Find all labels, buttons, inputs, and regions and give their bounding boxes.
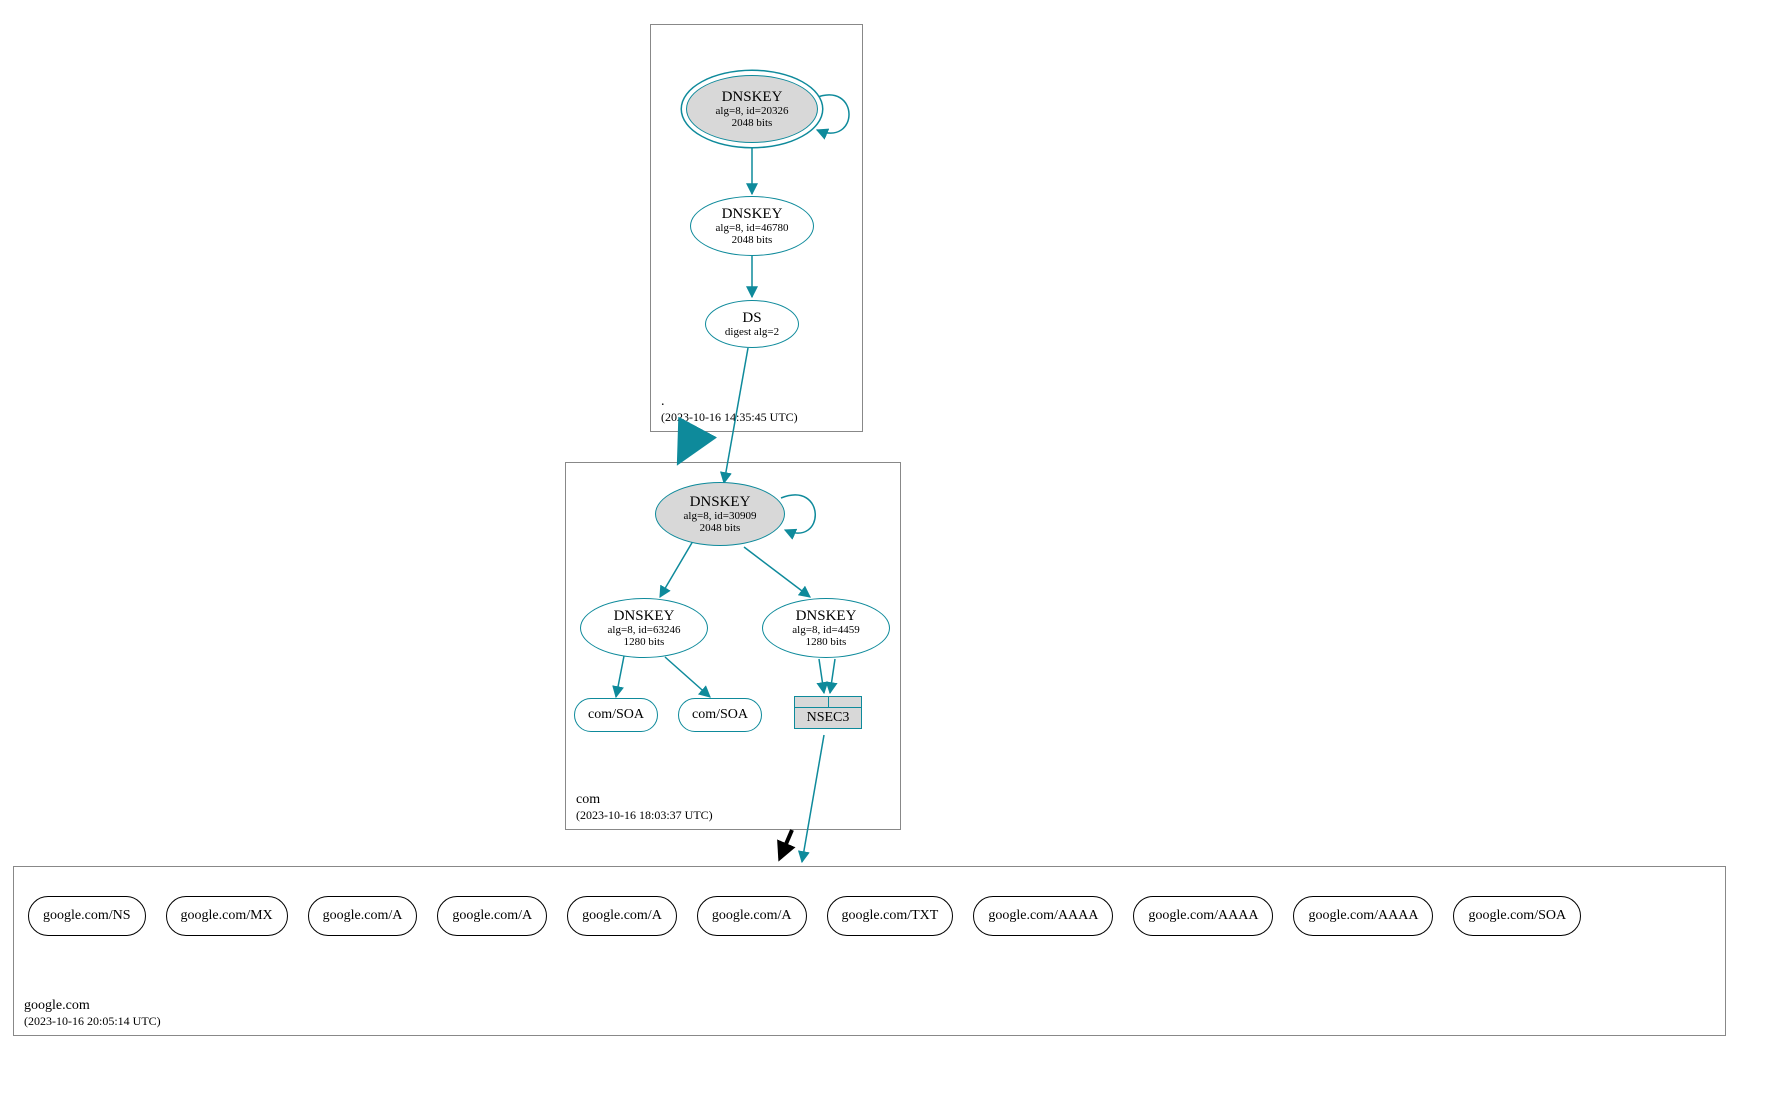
zone-google: google.com (2023-10-16 20:05:14 UTC) bbox=[13, 866, 1726, 1036]
record-pill: google.com/A bbox=[437, 896, 547, 936]
zone-com-label: com (2023-10-16 18:03:37 UTC) bbox=[576, 791, 713, 824]
record-pill: google.com/TXT bbox=[827, 896, 954, 936]
node-root-ds: DS digest alg=2 bbox=[705, 300, 799, 348]
record-label: google.com/AAAA bbox=[988, 908, 1098, 923]
record-pill: google.com/NS bbox=[28, 896, 146, 936]
node-nsec3: NSEC3 bbox=[794, 696, 862, 729]
node-root-ksk: DNSKEY alg=8, id=20326 2048 bits bbox=[686, 75, 818, 143]
node-com-soa-2: com/SOA bbox=[678, 698, 762, 732]
record-label: google.com/A bbox=[582, 908, 662, 923]
record-pill: google.com/SOA bbox=[1453, 896, 1581, 936]
node-com-ksk: DNSKEY alg=8, id=30909 2048 bits bbox=[655, 482, 785, 546]
record-pill: google.com/AAAA bbox=[1133, 896, 1273, 936]
node-com-soa-1: com/SOA bbox=[574, 698, 658, 732]
record-label: google.com/A bbox=[323, 908, 403, 923]
record-label: google.com/AAAA bbox=[1308, 908, 1418, 923]
record-pill: google.com/A bbox=[308, 896, 418, 936]
records-row: google.com/NS google.com/MX google.com/A go… bbox=[28, 896, 1738, 936]
node-com-zsk2: DNSKEY alg=8, id=4459 1280 bits bbox=[762, 598, 890, 658]
record-label: google.com/SOA bbox=[1468, 908, 1566, 923]
record-label: google.com/AAAA bbox=[1148, 908, 1258, 923]
record-label: google.com/A bbox=[712, 908, 792, 923]
record-label: google.com/TXT bbox=[842, 908, 939, 923]
record-pill: google.com/AAAA bbox=[1293, 896, 1433, 936]
record-label: google.com/MX bbox=[181, 908, 273, 923]
node-root-zsk: DNSKEY alg=8, id=46780 2048 bits bbox=[690, 196, 814, 256]
record-pill: google.com/A bbox=[697, 896, 807, 936]
record-pill: google.com/MX bbox=[166, 896, 288, 936]
record-pill: google.com/A bbox=[567, 896, 677, 936]
record-label: google.com/A bbox=[452, 908, 532, 923]
record-label: google.com/NS bbox=[43, 908, 131, 923]
record-pill: google.com/AAAA bbox=[973, 896, 1113, 936]
node-com-zsk1: DNSKEY alg=8, id=63246 1280 bits bbox=[580, 598, 708, 658]
zone-root-label: . (2023-10-16 14:35:45 UTC) bbox=[661, 393, 798, 426]
zone-google-label: google.com (2023-10-16 20:05:14 UTC) bbox=[24, 997, 161, 1030]
diagram-canvas: . (2023-10-16 14:35:45 UTC) com (2023-10… bbox=[0, 0, 1783, 1094]
